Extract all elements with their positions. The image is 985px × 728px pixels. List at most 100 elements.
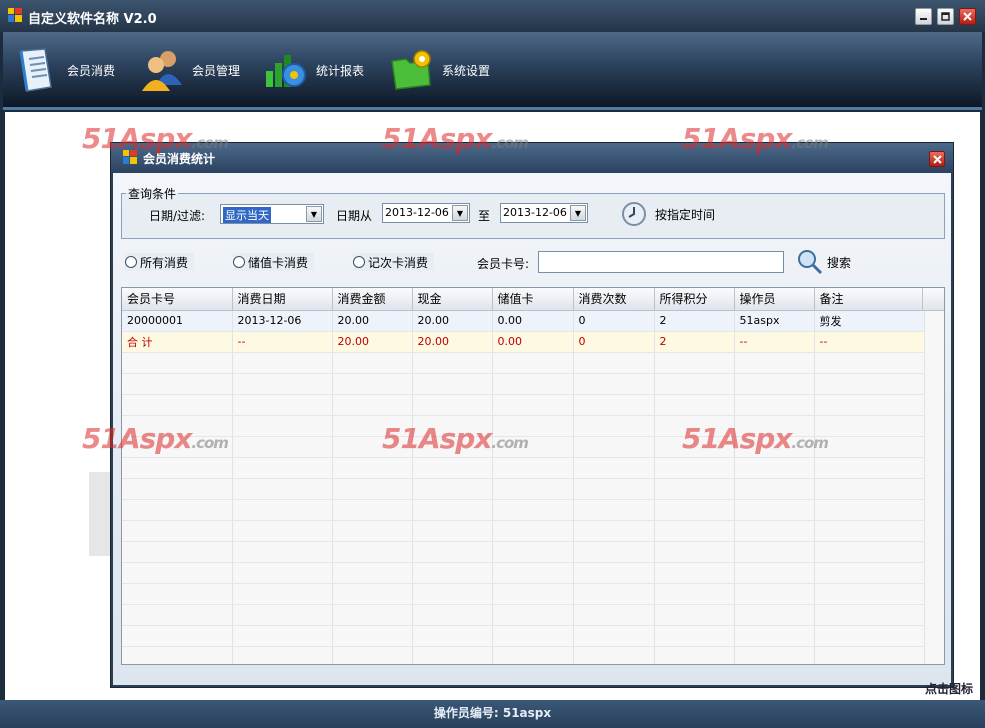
card-number-label: 会员卡号: xyxy=(477,257,530,271)
radio-circle xyxy=(125,256,137,268)
search-button[interactable]: 搜索 xyxy=(797,249,851,275)
table-cell: 0.00 xyxy=(492,310,574,332)
table-cell: -- xyxy=(814,331,925,353)
radio-circle xyxy=(353,256,365,268)
report-icon xyxy=(266,55,306,87)
status-bar: 操作员编号: 51aspx xyxy=(0,700,985,728)
table-cell: 20.00 xyxy=(412,331,493,353)
toolbar-label: 统计报表 xyxy=(316,63,365,78)
app-logo-icon xyxy=(8,8,22,22)
column-header[interactable]: 所得积分 xyxy=(654,288,735,311)
table-cell: 20000001 xyxy=(122,310,233,332)
consumption-table: 会员卡号 消费日期 消费金额 现金 储值卡 消费次数 所得积分 操作员 备注 2… xyxy=(122,288,925,664)
document-icon xyxy=(19,48,52,92)
table-cell: 0 xyxy=(573,331,655,353)
maximize-button[interactable] xyxy=(937,8,954,25)
minimize-icon xyxy=(920,18,927,20)
empty-row xyxy=(122,541,925,563)
grid-header-filler xyxy=(922,288,944,311)
empty-row xyxy=(122,604,925,626)
table-cell: 0 xyxy=(573,310,655,332)
empty-row xyxy=(122,478,925,500)
toolbar-label: 会员管理 xyxy=(192,63,241,78)
empty-row xyxy=(122,625,925,647)
toolbar-system-settings[interactable]: 系统设置 xyxy=(386,42,490,98)
column-header[interactable]: 消费次数 xyxy=(573,288,655,311)
table-cell: 2013-12-06 xyxy=(232,310,333,332)
chevron-down-icon: ▼ xyxy=(306,206,322,222)
radio-all-consumption[interactable]: 所有消费 xyxy=(125,253,195,271)
empty-row xyxy=(122,562,925,584)
table-cell: -- xyxy=(232,331,333,353)
search-icon xyxy=(798,250,823,275)
close-icon xyxy=(963,12,972,21)
specified-time-label: 按指定时间 xyxy=(655,207,716,222)
table-cell: 20.00 xyxy=(332,310,413,332)
empty-row xyxy=(122,394,925,416)
toolbar-member-consume[interactable]: 会员消费 xyxy=(11,42,115,98)
empty-row xyxy=(122,436,925,458)
toolbar-member-manage[interactable]: 会员管理 xyxy=(136,42,240,98)
search-label: 搜索 xyxy=(827,255,852,270)
window-title: 自定义软件名称 V2.0 xyxy=(28,12,157,27)
empty-row xyxy=(122,583,925,605)
empty-row xyxy=(122,415,925,437)
table-cell: 51aspx xyxy=(734,310,815,332)
background-panel-fragment xyxy=(89,472,111,556)
table-cell: 0.00 xyxy=(492,331,574,353)
column-header[interactable]: 备注 xyxy=(814,288,925,311)
radio-stored-card-consumption[interactable]: 储值卡消费 xyxy=(233,253,315,271)
dialog-close-button[interactable] xyxy=(929,151,945,167)
column-header[interactable]: 消费日期 xyxy=(232,288,333,311)
radio-times-card-consumption[interactable]: 记次卡消费 xyxy=(353,253,435,271)
corner-hint-text: 点击图标 xyxy=(924,682,973,696)
toolbar-label: 会员消费 xyxy=(67,63,116,78)
minimize-button[interactable] xyxy=(915,8,932,25)
table-cell: 20.00 xyxy=(412,310,493,332)
chevron-down-icon: ▼ xyxy=(570,205,586,221)
users-icon xyxy=(142,51,182,91)
date-to-label: 至 xyxy=(478,209,491,223)
radio-label: 所有消费 xyxy=(140,255,189,270)
filter-label: 日期/过滤: xyxy=(149,209,206,223)
column-header[interactable]: 储值卡 xyxy=(492,288,574,311)
specified-time-button[interactable]: 按指定时间 xyxy=(621,201,715,227)
date-from-picker[interactable]: 2013-12-06 ▼ xyxy=(382,203,470,223)
toolbar-statistics-report[interactable]: 统计报表 xyxy=(260,42,364,98)
table-header-row: 会员卡号 消费日期 消费金额 现金 储值卡 消费次数 所得积分 操作员 备注 xyxy=(122,288,925,311)
column-header[interactable]: 消费金额 xyxy=(332,288,413,311)
card-number-input[interactable] xyxy=(538,251,784,273)
dialog-title: 会员消费统计 xyxy=(143,152,216,166)
date-to-picker[interactable]: 2013-12-06 ▼ xyxy=(500,203,588,223)
table-cell: -- xyxy=(734,331,815,353)
consumption-grid: 会员卡号 消费日期 消费金额 现金 储值卡 消费次数 所得积分 操作员 备注 2… xyxy=(121,287,945,665)
table-cell: 合 计 xyxy=(122,331,233,353)
radio-label: 储值卡消费 xyxy=(248,255,309,270)
empty-row xyxy=(122,646,925,664)
window-titlebar: 自定义软件名称 V2.0 xyxy=(0,0,985,32)
empty-row xyxy=(122,457,925,479)
column-header[interactable]: 会员卡号 xyxy=(122,288,233,311)
column-header[interactable]: 操作员 xyxy=(734,288,815,311)
chevron-down-icon: ▼ xyxy=(452,205,468,221)
date-filter-select[interactable]: 显示当天 ▼ xyxy=(220,204,324,224)
date-from-label: 日期从 xyxy=(336,209,373,223)
close-window-button[interactable] xyxy=(959,8,976,25)
operator-id-text: 操作员编号: 51aspx xyxy=(433,706,552,720)
table-cell: 2 xyxy=(654,331,735,353)
date-filter-value: 显示当天 xyxy=(223,207,271,223)
table-cell: 2 xyxy=(654,310,735,332)
settings-folder-icon xyxy=(391,50,431,90)
table-cell: 剪发 xyxy=(814,310,925,332)
table-row[interactable]: 20000001 2013-12-06 20.00 20.00 0.00 0 2… xyxy=(122,310,925,332)
table-total-row[interactable]: 合 计 -- 20.00 20.00 0.00 0 2 -- -- xyxy=(122,331,925,353)
maximize-icon xyxy=(941,12,950,21)
dialog-titlebar: 会员消费统计 xyxy=(111,143,953,173)
table-cell: 20.00 xyxy=(332,331,413,353)
close-icon xyxy=(932,154,942,164)
empty-row xyxy=(122,373,925,395)
app-logo-icon xyxy=(123,150,137,164)
radio-label: 记次卡消费 xyxy=(368,255,429,270)
column-header[interactable]: 现金 xyxy=(412,288,493,311)
clock-icon xyxy=(622,202,646,226)
